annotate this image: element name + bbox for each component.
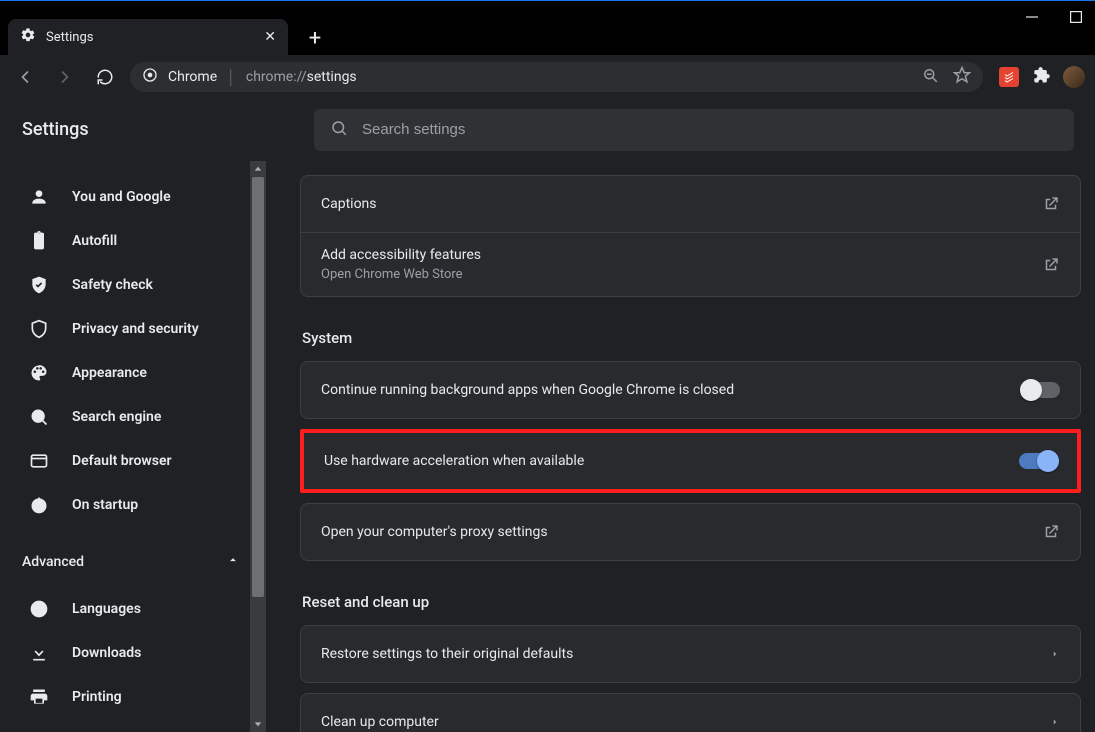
address-bar[interactable]: Chrome │ chrome://settings bbox=[130, 62, 983, 92]
titlebar: Settings ✕ + bbox=[0, 0, 1095, 55]
gear-icon bbox=[20, 27, 36, 47]
sidebar-scrollbar[interactable] bbox=[250, 161, 266, 732]
row-label: Clean up computer bbox=[321, 714, 439, 730]
person-icon bbox=[28, 187, 50, 207]
sidebar-item-languages[interactable]: Languages bbox=[0, 587, 266, 631]
sidebar-item-printing[interactable]: Printing bbox=[0, 675, 266, 719]
search-icon bbox=[330, 119, 348, 141]
url-path: settings bbox=[307, 69, 357, 85]
row-label: Use hardware acceleration when available bbox=[324, 453, 584, 469]
section-heading-system: System bbox=[302, 329, 1081, 347]
settings-search[interactable] bbox=[314, 109, 1074, 151]
sidebar-item-label: Languages bbox=[72, 601, 141, 617]
sidebar-item-on-startup[interactable]: On startup bbox=[0, 483, 266, 527]
row-label: Captions bbox=[321, 196, 377, 212]
globe-icon bbox=[28, 599, 50, 619]
sidebar-item-you-and-google[interactable]: You and Google bbox=[0, 175, 266, 219]
shield-check-icon bbox=[28, 275, 50, 295]
settings-content: Captions Add accessibility features Open… bbox=[266, 161, 1095, 732]
settings-sidebar: You and Google Autofill Safety check Pri… bbox=[0, 161, 266, 732]
row-label: Add accessibility features bbox=[321, 247, 481, 263]
open-external-icon bbox=[1042, 195, 1060, 213]
shield-icon bbox=[28, 319, 50, 339]
settings-title: Settings bbox=[0, 119, 314, 140]
clipboard-icon bbox=[28, 231, 50, 251]
sidebar-item-label: On startup bbox=[72, 497, 138, 513]
sidebar-advanced-toggle[interactable]: Advanced bbox=[0, 537, 266, 587]
sidebar-item-label: Default browser bbox=[72, 453, 172, 469]
palette-icon bbox=[28, 363, 50, 383]
omnibox-separator: │ bbox=[227, 69, 236, 86]
open-external-icon bbox=[1042, 256, 1060, 274]
site-chip-icon bbox=[142, 67, 158, 87]
reload-button[interactable] bbox=[90, 62, 120, 92]
close-tab-icon[interactable]: ✕ bbox=[264, 29, 276, 45]
sidebar-item-label: Appearance bbox=[72, 365, 147, 381]
back-button[interactable] bbox=[10, 62, 40, 92]
window-maximize-button[interactable] bbox=[1063, 4, 1089, 30]
url-scheme: chrome:// bbox=[246, 69, 307, 85]
sidebar-item-label: Downloads bbox=[72, 645, 141, 661]
row-label: Open your computer's proxy settings bbox=[321, 524, 548, 540]
sidebar-item-label: Search engine bbox=[72, 409, 161, 425]
chevron-right-icon bbox=[1050, 649, 1060, 659]
highlighted-row: Use hardware acceleration when available bbox=[300, 429, 1081, 493]
sidebar-item-default-browser[interactable]: Default browser bbox=[0, 439, 266, 483]
chevron-right-icon bbox=[1050, 717, 1060, 727]
browser-tab-settings[interactable]: Settings ✕ bbox=[8, 19, 288, 55]
search-icon bbox=[28, 407, 50, 427]
power-icon bbox=[28, 495, 50, 515]
row-label: Continue running background apps when Go… bbox=[321, 382, 734, 398]
settings-header: Settings bbox=[0, 99, 1095, 161]
extensions-button[interactable] bbox=[1031, 65, 1051, 89]
sidebar-item-label: Privacy and security bbox=[72, 321, 199, 337]
download-icon bbox=[28, 643, 50, 663]
forward-button[interactable] bbox=[50, 62, 80, 92]
sidebar-item-downloads[interactable]: Downloads bbox=[0, 631, 266, 675]
sidebar-item-label: Printing bbox=[72, 689, 122, 705]
sidebar-item-privacy[interactable]: Privacy and security bbox=[0, 307, 266, 351]
toolbar: Chrome │ chrome://settings bbox=[0, 55, 1095, 99]
extension-todoist-icon[interactable] bbox=[999, 67, 1019, 87]
browser-icon bbox=[28, 451, 50, 471]
row-hardware-acceleration[interactable]: Use hardware acceleration when available bbox=[304, 433, 1077, 489]
settings-search-input[interactable] bbox=[362, 121, 1058, 138]
row-label: Restore settings to their original defau… bbox=[321, 646, 573, 662]
row-background-apps[interactable]: Continue running background apps when Go… bbox=[301, 362, 1080, 418]
scroll-up-icon[interactable] bbox=[250, 161, 266, 177]
row-captions[interactable]: Captions bbox=[301, 176, 1080, 232]
window-minimize-button[interactable] bbox=[1019, 4, 1045, 30]
section-heading-reset: Reset and clean up bbox=[302, 593, 1081, 611]
new-tab-button[interactable]: + bbox=[300, 23, 330, 53]
bookmark-star-icon[interactable] bbox=[953, 66, 971, 88]
sidebar-item-label: Autofill bbox=[72, 233, 117, 249]
sidebar-item-autofill[interactable]: Autofill bbox=[0, 219, 266, 263]
sidebar-item-search-engine[interactable]: Search engine bbox=[0, 395, 266, 439]
open-external-icon bbox=[1042, 523, 1060, 541]
tab-title: Settings bbox=[46, 30, 93, 45]
row-cleanup-computer[interactable]: Clean up computer bbox=[301, 694, 1080, 732]
row-restore-defaults[interactable]: Restore settings to their original defau… bbox=[301, 626, 1080, 682]
chevron-up-icon bbox=[226, 553, 240, 571]
sidebar-item-safety-check[interactable]: Safety check bbox=[0, 263, 266, 307]
scroll-down-icon[interactable] bbox=[250, 716, 266, 732]
zoom-icon[interactable] bbox=[921, 66, 939, 88]
site-chip-label: Chrome bbox=[168, 69, 217, 85]
row-sublabel: Open Chrome Web Store bbox=[321, 267, 481, 282]
printer-icon bbox=[28, 687, 50, 707]
sidebar-item-label: You and Google bbox=[72, 189, 171, 205]
row-proxy-settings[interactable]: Open your computer's proxy settings bbox=[301, 504, 1080, 560]
scrollbar-thumb[interactable] bbox=[252, 177, 264, 597]
window-accent-line bbox=[0, 0, 1095, 1]
toggle-hardware-acceleration[interactable] bbox=[1019, 453, 1057, 469]
row-add-accessibility-features[interactable]: Add accessibility features Open Chrome W… bbox=[301, 232, 1080, 296]
profile-avatar[interactable] bbox=[1063, 66, 1085, 88]
sidebar-item-appearance[interactable]: Appearance bbox=[0, 351, 266, 395]
toggle-background-apps[interactable] bbox=[1022, 382, 1060, 398]
sidebar-item-label: Safety check bbox=[72, 277, 153, 293]
sidebar-advanced-label: Advanced bbox=[22, 554, 84, 570]
